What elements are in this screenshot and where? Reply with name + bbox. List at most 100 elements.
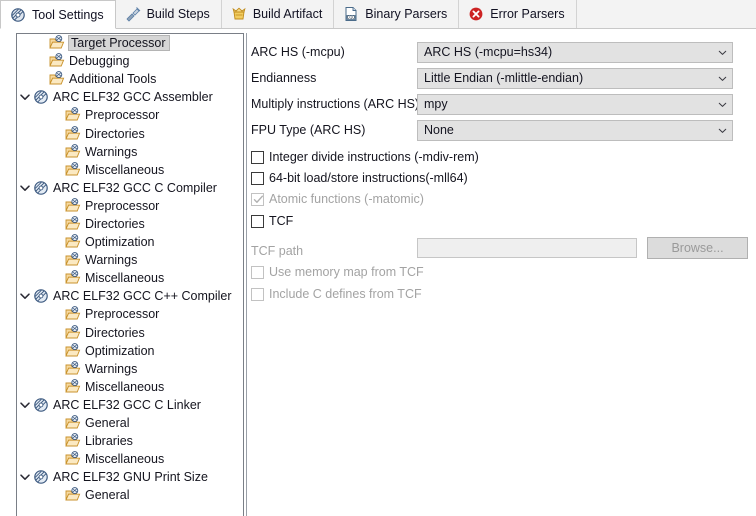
tree-item-label: Miscellaneous <box>85 379 165 394</box>
tcf-path-label: TCF path <box>251 244 304 258</box>
tree-item-miscellaneous[interactable]: Miscellaneous <box>17 161 243 179</box>
tree-item-optimization[interactable]: Optimization <box>17 342 243 360</box>
tree-item-arc-elf32-gcc-assembler[interactable]: ARC ELF32 GCC Assembler <box>17 88 243 106</box>
tree-item-general[interactable]: General <box>17 414 243 432</box>
tree-item-label: Miscellaneous <box>85 271 165 286</box>
tree-item-label: Additional Tools <box>69 72 157 87</box>
form-row-combo: Multiply instructions (ARC HS) mpy <box>247 91 756 117</box>
folder-icon <box>65 487 81 503</box>
tree-item-label: Debugging <box>69 54 130 69</box>
folder-icon <box>65 198 81 214</box>
combo-fpu-type-arc-hs[interactable]: None <box>417 119 733 141</box>
form-row-combo: FPU Type (ARC HS) None <box>247 117 756 143</box>
tree-item-general[interactable]: General <box>17 486 243 504</box>
checkbox-integer-divide-instructions-mdiv-rem[interactable]: Integer divide instructions (-mdiv-rem) <box>251 147 479 167</box>
tree-item-warnings[interactable]: Warnings <box>17 360 243 378</box>
folder-icon <box>49 71 65 87</box>
checkbox-tcf[interactable]: TCF <box>251 211 293 231</box>
checkbox-label: Include C defines from TCF <box>269 287 422 301</box>
combo-label: FPU Type (ARC HS) <box>251 123 366 137</box>
tab-label: Build Artifact <box>252 7 323 21</box>
tree-item-directories[interactable]: Directories <box>17 215 243 233</box>
tcf-path-input <box>417 238 637 258</box>
tree-item-target-processor[interactable]: Target Processor <box>17 34 243 52</box>
checkbox-atomic-functions-matomic: Atomic functions (-matomic) <box>251 189 424 209</box>
tree-item-label: Libraries <box>85 434 133 449</box>
combo-value: Little Endian (-mlittle-endian) <box>424 71 584 85</box>
tree-item-label: General <box>85 416 130 431</box>
chevron-down-icon[interactable] <box>17 288 33 304</box>
tab-build-steps[interactable]: Build Steps <box>116 0 222 28</box>
tab-tool-settings[interactable]: Tool Settings <box>0 0 116 29</box>
folder-icon <box>65 143 81 160</box>
checkbox-box[interactable] <box>251 150 264 164</box>
tab-binary-parsers[interactable]: 010 Binary Parsers <box>334 0 460 28</box>
tree-item-directories[interactable]: Directories <box>17 124 243 142</box>
folder-icon <box>65 378 81 395</box>
chevron-down-icon[interactable] <box>712 43 732 62</box>
tree-item-miscellaneous[interactable]: Miscellaneous <box>17 269 243 287</box>
tree-item-label: Preprocessor <box>85 198 160 213</box>
tree-item-preprocessor[interactable]: Preprocessor <box>17 106 243 124</box>
checkbox-box <box>251 192 264 206</box>
binary-parsers-icon: 010 <box>343 6 359 22</box>
chevron-down-icon[interactable] <box>17 89 33 105</box>
combo-label: ARC HS (-mcpu) <box>251 45 345 59</box>
tree-item-label: Preprocessor <box>85 307 160 322</box>
folder-icon <box>65 234 81 250</box>
chevron-down-icon[interactable] <box>17 469 33 485</box>
tree-item-label: Warnings <box>85 361 138 376</box>
chevron-down-icon[interactable] <box>712 69 732 88</box>
chevron-down-icon[interactable] <box>712 121 732 140</box>
tree-item-miscellaneous[interactable]: Miscellaneous <box>17 378 243 396</box>
combo-multiply-instructions-arc-hs[interactable]: mpy <box>417 93 733 115</box>
folder-icon <box>65 252 81 268</box>
tree-item-label: Optimization <box>85 343 155 358</box>
tree-item-additional-tools[interactable]: Additional Tools <box>17 70 243 88</box>
tree-item-preprocessor[interactable]: Preprocessor <box>17 197 243 215</box>
checkbox-include-c-defines-from-tcf: Include C defines from TCF <box>251 284 422 304</box>
folder-icon <box>65 107 81 123</box>
build-steps-icon <box>125 6 141 22</box>
tree-item-arc-elf32-gnu-print-size[interactable]: ARC ELF32 GNU Print Size <box>17 468 243 486</box>
folder-icon <box>65 451 81 467</box>
tree-item-label: ARC ELF32 GCC Assembler <box>53 90 213 105</box>
folder-icon <box>65 306 81 322</box>
checkbox-box[interactable] <box>251 214 264 228</box>
combo-endianness[interactable]: Little Endian (-mlittle-endian) <box>417 67 733 89</box>
checkbox-64-bit-load-store-instructions-mll64[interactable]: 64-bit load/store instructions(-mll64) <box>251 168 468 188</box>
folder-icon <box>65 360 81 377</box>
tree-item-label: Warnings <box>85 144 138 159</box>
tree-item-arc-elf32-gcc-c-compiler[interactable]: ARC ELF32 GCC C++ Compiler <box>17 287 243 305</box>
tree-item-warnings[interactable]: Warnings <box>17 251 243 269</box>
chevron-down-icon[interactable] <box>17 397 33 413</box>
combo-value: None <box>424 123 454 137</box>
tree-item-optimization[interactable]: Optimization <box>17 233 243 251</box>
tree-item-warnings[interactable]: Warnings <box>17 143 243 161</box>
chevron-down-icon[interactable] <box>712 95 732 114</box>
error-parsers-icon <box>468 6 484 22</box>
tab-build-artifact[interactable]: Build Artifact <box>222 0 335 28</box>
combo-label: Endianness <box>251 71 317 85</box>
checkbox-label: 64-bit load/store instructions(-mll64) <box>269 171 468 185</box>
tree-item-label: Directories <box>85 126 145 141</box>
tree-item-libraries[interactable]: Libraries <box>17 432 243 450</box>
tree-item-miscellaneous[interactable]: Miscellaneous <box>17 450 243 468</box>
tree-item-directories[interactable]: Directories <box>17 324 243 342</box>
combo-arc-hs-mcpu[interactable]: ARC HS (-mcpu=hs34) <box>417 41 733 63</box>
tree-item-debugging[interactable]: Debugging <box>17 52 243 70</box>
tab-error-parsers[interactable]: Error Parsers <box>459 0 577 28</box>
tool-icon <box>33 89 49 105</box>
tree-item-label: Optimization <box>85 235 155 250</box>
checkbox-box[interactable] <box>251 171 264 185</box>
checkbox-box <box>251 287 264 301</box>
folder-icon <box>65 415 81 431</box>
form-row-combo: Endianness Little Endian (-mlittle-endian… <box>247 65 756 91</box>
tree-item-arc-elf32-gcc-c-compiler[interactable]: ARC ELF32 GCC C Compiler <box>17 179 243 197</box>
tree-item-label: Directories <box>85 325 145 340</box>
chevron-down-icon[interactable] <box>17 180 33 196</box>
tab-label: Build Steps <box>146 7 210 21</box>
settings-tree[interactable]: Target Processor Debugging Additional Tool… <box>16 33 244 516</box>
tree-item-preprocessor[interactable]: Preprocessor <box>17 305 243 323</box>
tree-item-arc-elf32-gcc-c-linker[interactable]: ARC ELF32 GCC C Linker <box>17 396 243 414</box>
